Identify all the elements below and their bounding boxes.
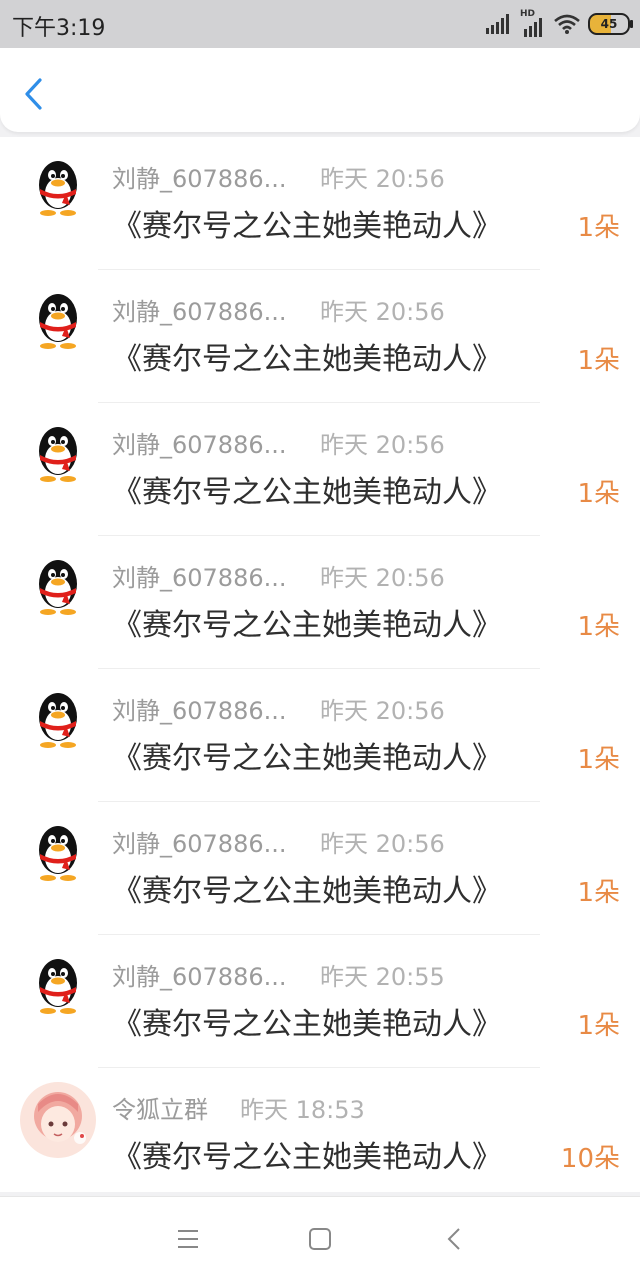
menu-button[interactable] — [170, 1221, 206, 1257]
avatar[interactable] — [26, 155, 90, 219]
gift-count: 1朵 — [577, 213, 620, 243]
qq-penguin-icon — [39, 560, 77, 615]
gift-book-title: 《赛尔号之公主她美艳动人》 — [112, 475, 502, 510]
signal-icon — [486, 14, 509, 34]
qq-penguin-icon — [39, 161, 77, 216]
sent-time: 昨天 20:56 — [320, 298, 445, 326]
gift-count: 1朵 — [577, 612, 620, 642]
avatar[interactable] — [26, 288, 90, 352]
sender-name[interactable]: 刘静_607886... — [112, 824, 287, 859]
gift-row[interactable]: 刘静_607886... 昨天 20:56 《赛尔号之公主她美艳动人》 1朵 — [0, 137, 640, 270]
avatar[interactable] — [26, 687, 90, 751]
status-time: 下午3:19 — [12, 16, 106, 41]
status-bar: 下午3:19 HD 45 — [0, 0, 640, 48]
qq-penguin-icon — [39, 693, 77, 748]
sent-time: 昨天 20:56 — [320, 564, 445, 592]
avatar[interactable] — [26, 421, 90, 485]
sent-time: 昨天 18:53 — [240, 1096, 365, 1124]
sender-name[interactable]: 刘静_607886... — [112, 691, 287, 726]
back-button[interactable] — [16, 74, 56, 114]
battery-icon: 45 — [588, 13, 633, 35]
sent-time: 昨天 20:56 — [320, 431, 445, 459]
avatar[interactable] — [26, 820, 90, 884]
qq-penguin-icon — [39, 294, 77, 349]
gift-count: 1朵 — [577, 878, 620, 908]
sent-time: 昨天 20:56 — [320, 830, 445, 858]
gift-book-title: 《赛尔号之公主她美艳动人》 — [112, 342, 502, 377]
hd-signal-group: HD — [520, 9, 546, 37]
avatar[interactable] — [20, 1082, 96, 1158]
chevron-left-icon — [25, 78, 42, 110]
triangle-back-icon — [447, 1228, 460, 1250]
gift-list: 刘静_607886... 昨天 20:56 《赛尔号之公主她美艳动人》 1朵 刘… — [0, 137, 640, 1192]
gift-count: 1朵 — [577, 745, 620, 775]
header-bar — [0, 48, 640, 132]
gift-count: 10朵 — [560, 1144, 620, 1174]
qq-penguin-icon — [39, 427, 77, 482]
home-button[interactable] — [302, 1221, 338, 1257]
sender-name[interactable]: 令狐立群 — [112, 1090, 208, 1125]
user-avatar-icon — [20, 1082, 96, 1158]
gift-row[interactable]: 刘静_607886... 昨天 20:56 《赛尔号之公主她美艳动人》 1朵 — [0, 669, 640, 802]
square-home-icon — [309, 1228, 331, 1250]
avatar[interactable] — [26, 953, 90, 1017]
avatar[interactable] — [26, 554, 90, 618]
menu-icon — [178, 1230, 198, 1248]
gift-row[interactable]: 刘静_607886... 昨天 20:56 《赛尔号之公主她美艳动人》 1朵 — [0, 536, 640, 669]
gift-row[interactable]: 刘静_607886... 昨天 20:56 《赛尔号之公主她美艳动人》 1朵 — [0, 403, 640, 536]
gift-count: 1朵 — [577, 1011, 620, 1041]
system-nav-bar — [0, 1196, 640, 1281]
sender-name[interactable]: 刘静_607886... — [112, 957, 287, 992]
sender-name[interactable]: 刘静_607886... — [112, 558, 287, 593]
gift-row[interactable]: 令狐立群 昨天 18:53 《赛尔号之公主她美艳动人》 10朵 — [0, 1068, 640, 1201]
gift-book-title: 《赛尔号之公主她美艳动人》 — [112, 1140, 502, 1175]
nav-back-button[interactable] — [436, 1221, 472, 1257]
gift-book-title: 《赛尔号之公主她美艳动人》 — [112, 608, 502, 643]
gift-book-title: 《赛尔号之公主她美艳动人》 — [112, 741, 502, 776]
sent-time: 昨天 20:56 — [320, 165, 445, 193]
sent-time: 昨天 20:55 — [320, 963, 445, 991]
gift-count: 1朵 — [577, 346, 620, 376]
gift-book-title: 《赛尔号之公主她美艳动人》 — [112, 1007, 502, 1042]
wifi-icon — [554, 14, 580, 34]
gift-count: 1朵 — [577, 479, 620, 509]
sent-time: 昨天 20:56 — [320, 697, 445, 725]
hd-signal-icon — [524, 18, 542, 37]
sender-name[interactable]: 刘静_607886... — [112, 425, 287, 460]
qq-penguin-icon — [39, 959, 77, 1014]
status-icons: HD 45 — [486, 9, 633, 38]
qq-penguin-icon — [39, 826, 77, 881]
gift-book-title: 《赛尔号之公主她美艳动人》 — [112, 209, 502, 244]
gift-row[interactable]: 刘静_607886... 昨天 20:56 《赛尔号之公主她美艳动人》 1朵 — [0, 802, 640, 935]
gift-row[interactable]: 刘静_607886... 昨天 20:56 《赛尔号之公主她美艳动人》 1朵 — [0, 270, 640, 403]
gift-row[interactable]: 刘静_607886... 昨天 20:55 《赛尔号之公主她美艳动人》 1朵 — [0, 935, 640, 1068]
sender-name[interactable]: 刘静_607886... — [112, 292, 287, 327]
gift-book-title: 《赛尔号之公主她美艳动人》 — [112, 874, 502, 909]
sender-name[interactable]: 刘静_607886... — [112, 159, 287, 194]
